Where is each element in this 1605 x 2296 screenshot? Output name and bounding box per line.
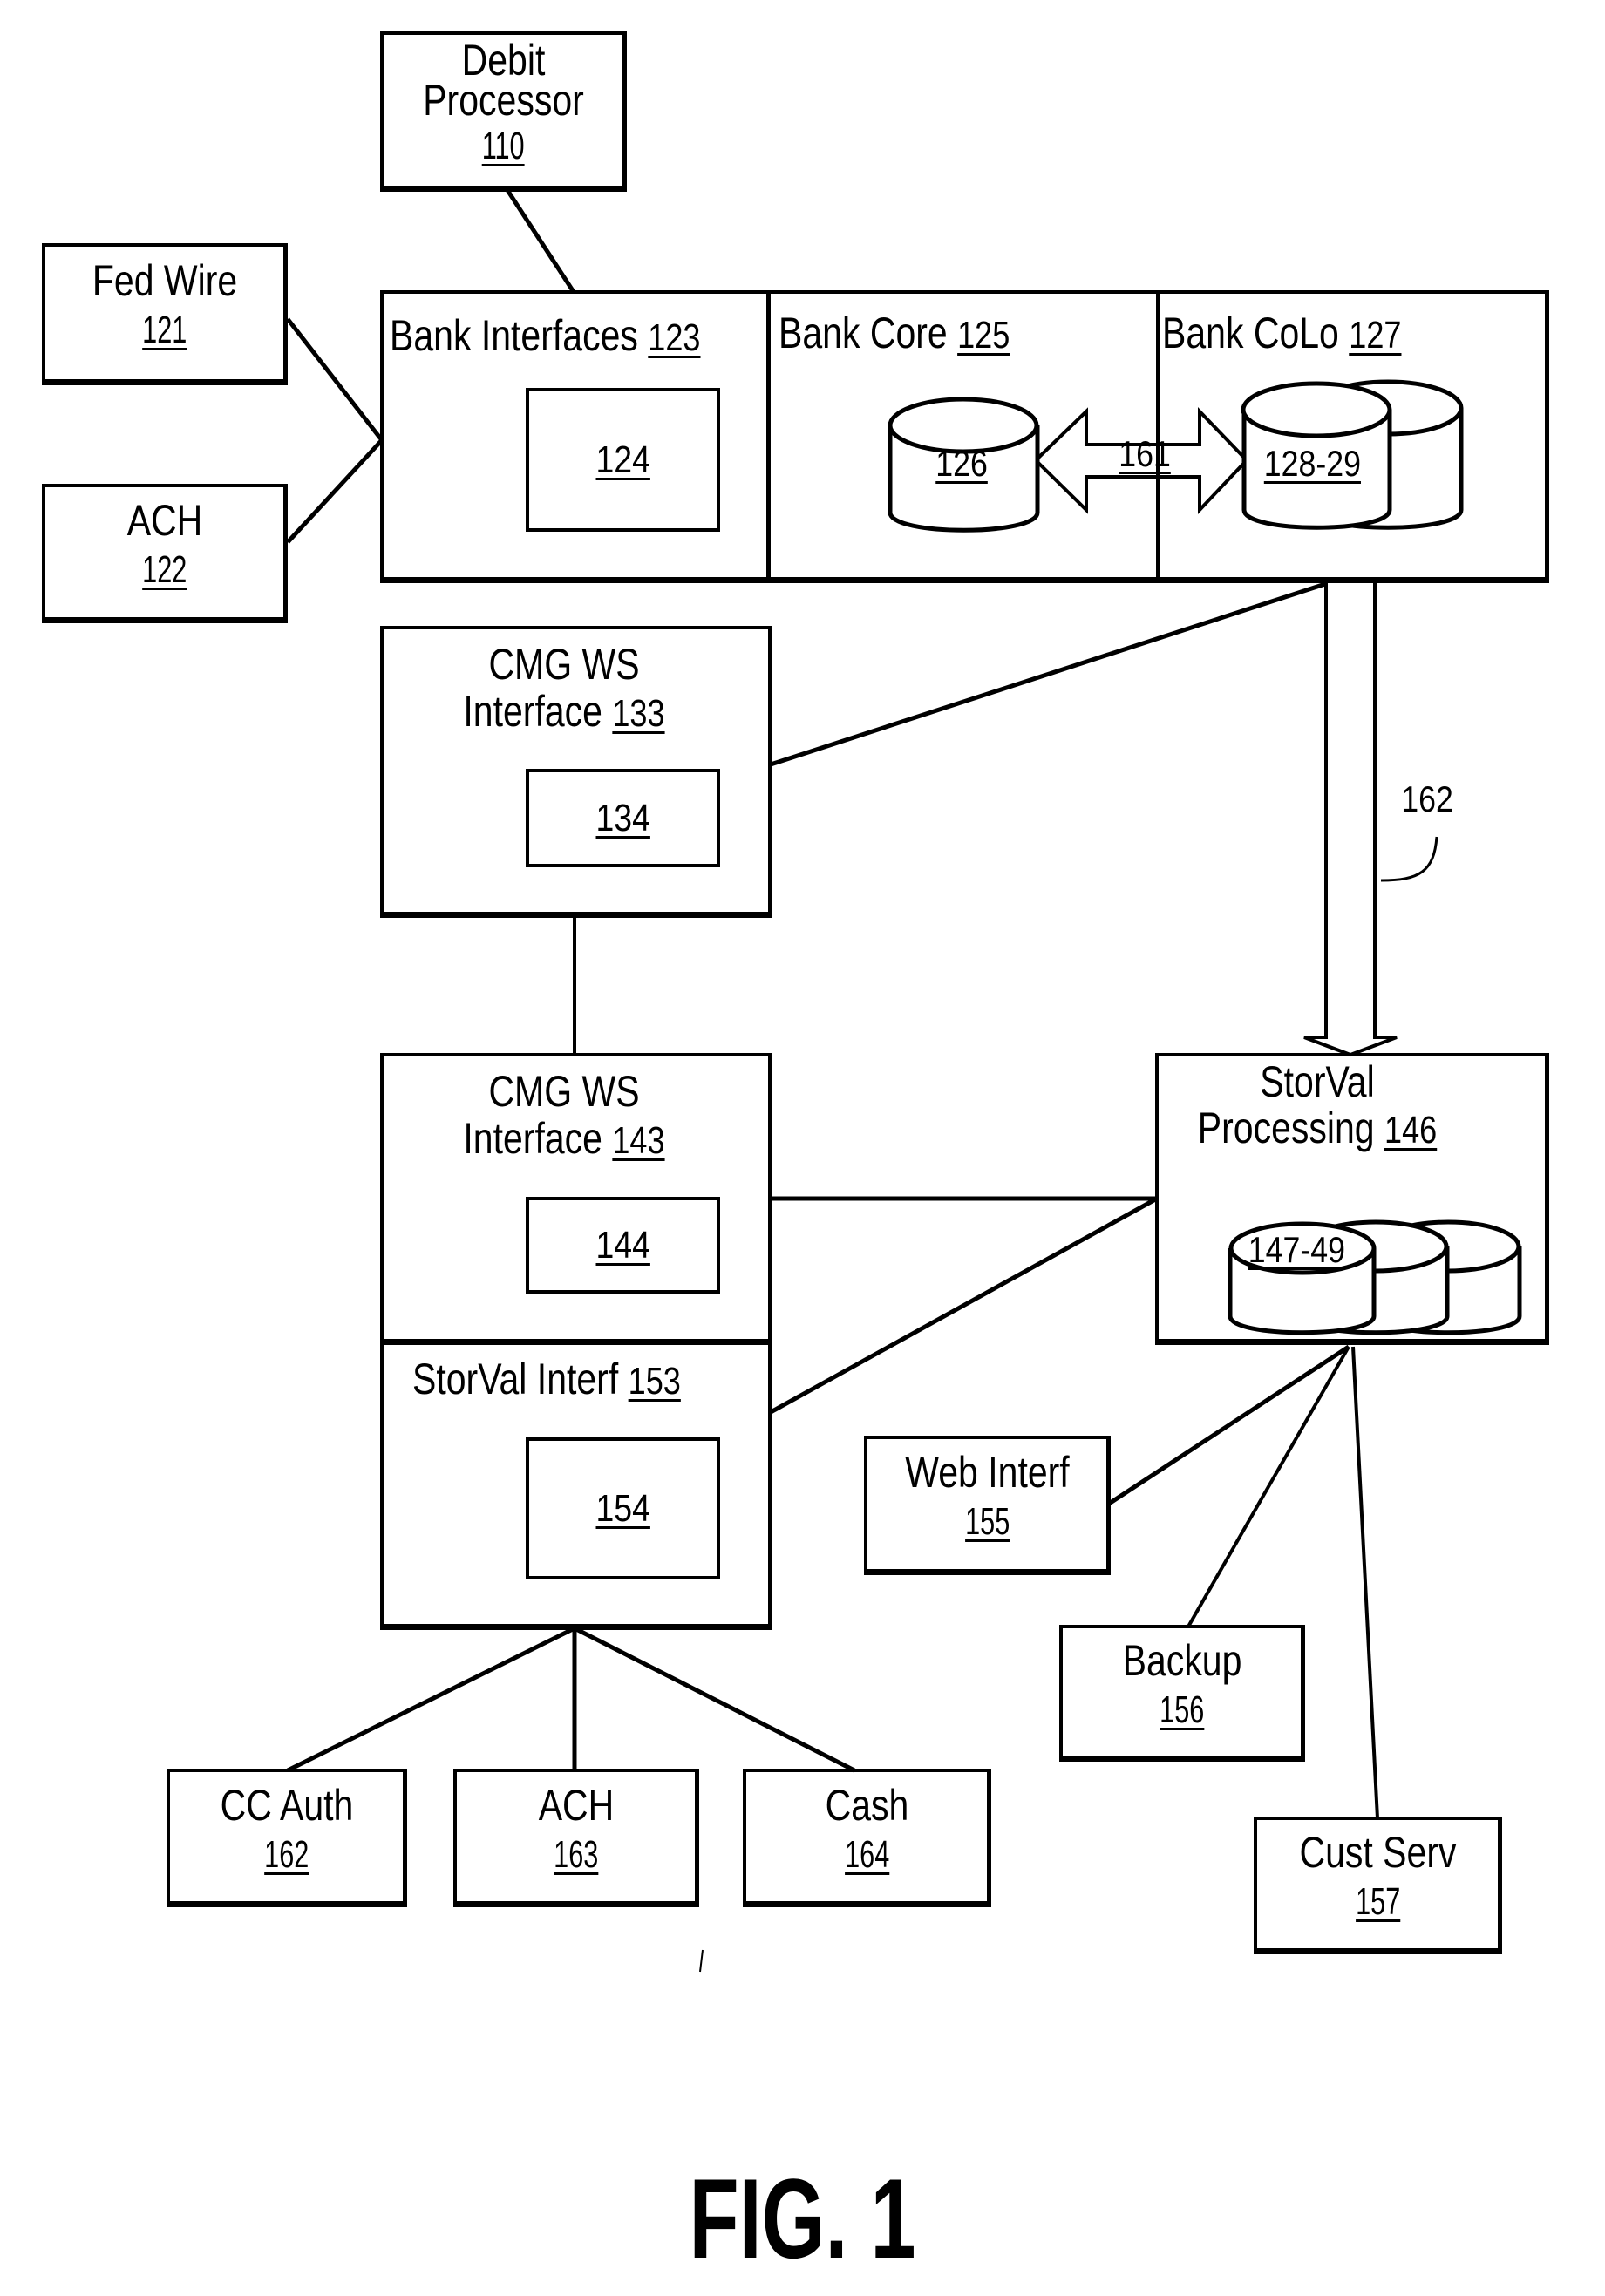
ach-122-label: ACH 122 — [64, 497, 265, 594]
storval-processing-line1: StorVal — [1260, 1057, 1375, 1106]
web-interf-ref: 155 — [964, 1500, 1010, 1543]
cmg-ws-143-ref: 143 — [612, 1119, 665, 1162]
component-124-box[interactable]: 124 — [526, 388, 720, 532]
storval-processing-ref: 146 — [1384, 1109, 1438, 1151]
ach-122-title: ACH — [126, 496, 203, 545]
database-126-label: 126 — [935, 443, 988, 484]
ach-163-label: ACH 163 — [475, 1782, 677, 1878]
bank-colo-title-text: Bank CoLo — [1162, 309, 1339, 357]
database-128-29-label: 128-29 — [1263, 443, 1361, 484]
bank-colo-title: Bank CoLo 127 — [1162, 309, 1401, 359]
stray-mark — [699, 1949, 704, 1973]
cash-title: Cash — [825, 1781, 909, 1830]
connector-debit-to-bank-interfaces — [505, 188, 576, 294]
figure-caption: FIG. 1 — [689, 2155, 916, 2282]
cmg-ws-143-line1: CMG WS — [488, 1067, 640, 1116]
component-154-ref: 154 — [595, 1486, 650, 1530]
bank-interfaces-title: Bank Interfaces 123 — [390, 312, 700, 362]
backup-ref: 156 — [1160, 1688, 1205, 1731]
cmg-ws-133-label: CMG WS Interface 133 — [413, 641, 715, 737]
storval-processing-label: StorVal Processing 146 — [1184, 1059, 1450, 1154]
component-134-box[interactable]: 134 — [526, 769, 720, 867]
debit-processor-line2: Processor — [423, 76, 584, 125]
connector-storval-to-ccauth — [286, 1626, 576, 1773]
fed-wire-title: Fed Wire — [92, 256, 238, 305]
cmg-ws-133-line2: Interface — [463, 687, 602, 736]
cash-label: Cash 164 — [765, 1782, 969, 1878]
debit-processor-label: Debit Processor 110 — [402, 36, 604, 170]
web-interf-title: Web Interf — [905, 1448, 1070, 1497]
component-134-ref: 134 — [595, 796, 650, 839]
connector-colo-to-cmg133 — [770, 581, 1326, 767]
connector-fedwire-to-bank-interfaces — [286, 317, 384, 442]
bank-core-title: Bank Core 125 — [779, 309, 1010, 359]
cmg-ws-143-label: CMG WS Interface 143 — [413, 1068, 715, 1165]
storval-processing-line2: Processing — [1197, 1104, 1375, 1152]
fed-wire-ref: 121 — [142, 309, 187, 351]
cmg-ws-143-line2: Interface — [463, 1114, 602, 1163]
cust-serv-label: Cust Serv 157 — [1276, 1829, 1480, 1926]
storval-interf-title: StorVal Interf 153 — [412, 1355, 681, 1405]
component-144-ref: 144 — [595, 1223, 650, 1267]
cust-serv-title: Cust Serv — [1299, 1828, 1457, 1877]
leader-162 — [1380, 836, 1438, 882]
connector-processing-to-custserv — [1351, 1346, 1379, 1819]
connector-storval-to-cash — [573, 1626, 856, 1773]
connector-ach-to-bank-interfaces — [286, 438, 384, 544]
debit-processor-line1: Debit — [461, 36, 546, 85]
connector-processing-to-web — [1107, 1344, 1350, 1506]
component-154-box[interactable]: 154 — [526, 1437, 720, 1579]
cc-auth-label: CC Auth 162 — [188, 1782, 385, 1878]
ach-122-ref: 122 — [142, 548, 187, 591]
cc-auth-title: CC Auth — [220, 1781, 354, 1830]
backup-label: Backup 156 — [1081, 1637, 1282, 1734]
connector-storval-interf-to-processing — [769, 1196, 1159, 1415]
link-162-label: 162 — [1401, 778, 1453, 819]
component-144-box[interactable]: 144 — [526, 1197, 720, 1294]
cc-auth-ref: 162 — [264, 1833, 309, 1876]
fed-wire-label: Fed Wire 121 — [64, 257, 265, 354]
bank-core-ref: 125 — [957, 314, 1010, 357]
connector-processing-to-backup — [1187, 1346, 1350, 1627]
ach-163-ref: 163 — [554, 1833, 599, 1876]
bank-colo-ref: 127 — [1349, 314, 1402, 357]
bank-core-title-text: Bank Core — [779, 309, 948, 357]
component-124-ref: 124 — [595, 438, 650, 481]
storval-interf-ref: 153 — [628, 1360, 681, 1403]
debit-processor-ref: 110 — [482, 125, 525, 167]
backup-title: Backup — [1122, 1636, 1242, 1685]
bank-interfaces-title-text: Bank Interfaces — [390, 311, 638, 360]
cmg-ws-133-line1: CMG WS — [488, 640, 640, 689]
cust-serv-ref: 157 — [1355, 1880, 1401, 1923]
arrow-162 — [1303, 582, 1398, 1057]
cmg-ws-133-ref: 133 — [612, 692, 665, 735]
storval-interf-title-text: StorVal Interf — [412, 1355, 619, 1403]
web-interf-label: Web Interf 155 — [886, 1449, 1088, 1545]
bank-interfaces-ref: 123 — [648, 316, 701, 359]
ach-163-title: ACH — [538, 1781, 615, 1830]
database-147-49-label: 147-49 — [1248, 1229, 1345, 1270]
link-161-label: 161 — [1119, 433, 1171, 474]
cash-ref: 164 — [844, 1833, 890, 1876]
